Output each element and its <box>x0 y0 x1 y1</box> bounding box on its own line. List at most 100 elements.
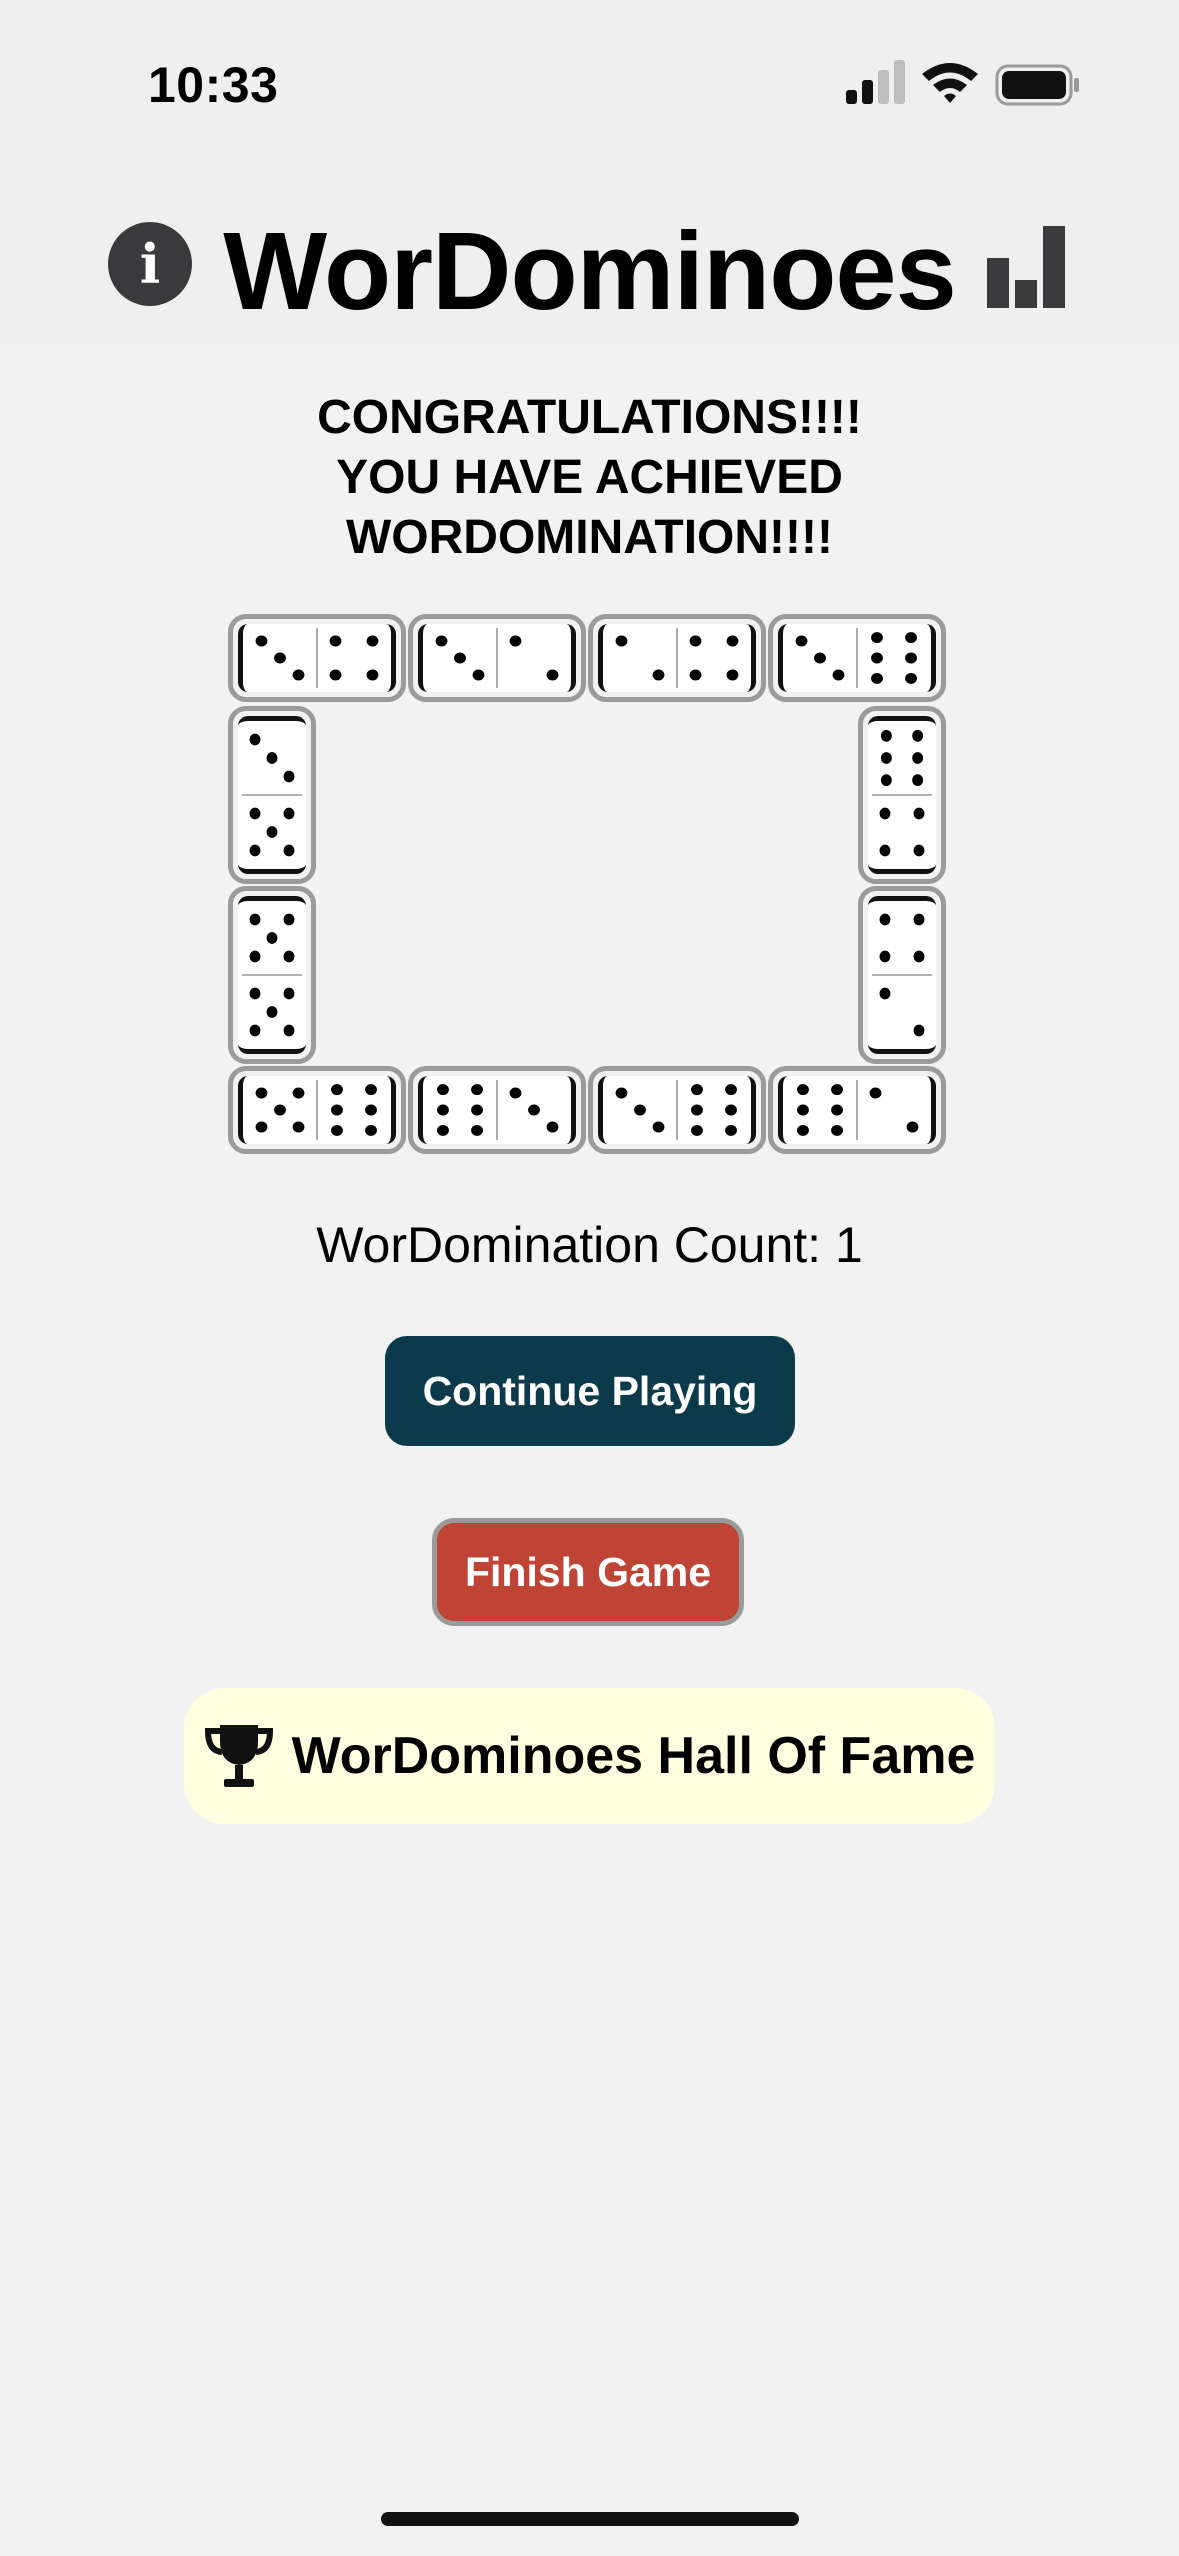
domino-pip <box>292 669 305 681</box>
domino-pips <box>435 628 559 688</box>
domino-face <box>238 624 396 692</box>
domino-pip <box>797 1104 809 1116</box>
domino-pip <box>249 987 261 1000</box>
domino-pip <box>691 1084 703 1096</box>
domino-pip <box>331 1084 343 1096</box>
domino-pip <box>831 1104 843 1116</box>
domino-pip <box>879 844 891 857</box>
domino-pips <box>615 628 739 688</box>
domino-pip <box>366 669 379 681</box>
domino-pip <box>471 1124 483 1136</box>
domino-pip <box>365 1124 377 1136</box>
domino-pip <box>831 1084 843 1096</box>
domino-pip <box>249 844 261 857</box>
domino-face <box>418 1076 576 1144</box>
domino-pips <box>437 1080 559 1140</box>
domino-pip <box>913 950 925 963</box>
domino-pip <box>913 807 925 820</box>
domino-pip <box>249 1024 261 1037</box>
domino-pips <box>242 733 302 857</box>
domino-pip <box>329 669 342 681</box>
domino-pip <box>249 913 261 926</box>
domino-face <box>778 1076 936 1144</box>
domino-pip <box>831 1124 843 1136</box>
congratulations-message: CONGRATULATIONS!!!! YOU HAVE ACHIEVED WO… <box>0 388 1179 568</box>
status-time: 10:33 <box>148 57 279 113</box>
domino-pip <box>795 635 808 647</box>
domino-pip <box>292 1087 305 1099</box>
domino-pip <box>913 913 925 926</box>
domino-pips <box>255 628 379 688</box>
domino-pip <box>266 752 278 764</box>
domino-pip <box>912 774 924 787</box>
domino-pip <box>331 1104 343 1116</box>
domino-pip <box>437 1104 449 1116</box>
bar-chart-icon[interactable] <box>982 222 1072 312</box>
cellular-signal-icon <box>846 60 905 104</box>
domino-pips <box>872 729 932 857</box>
domino-pip <box>869 1087 882 1099</box>
domino-pip <box>454 652 466 664</box>
domino-pip <box>689 635 702 647</box>
home-indicator <box>381 2512 799 2526</box>
domino-pip <box>880 774 892 787</box>
domino-pip <box>266 1006 278 1018</box>
domino-pip <box>274 652 286 664</box>
domino-pip <box>871 652 883 664</box>
domino-tile <box>228 1066 406 1154</box>
domino-face <box>778 624 936 692</box>
domino-pip <box>471 1104 483 1116</box>
domino-tile <box>858 886 946 1064</box>
domino-pip <box>255 1121 268 1133</box>
finish-game-button[interactable]: Finish Game <box>432 1518 744 1626</box>
domino-pips <box>242 913 302 1037</box>
domino-face <box>418 624 576 692</box>
domino-pips <box>615 1080 737 1140</box>
domino-pip <box>691 1124 703 1136</box>
domino-pip <box>880 729 892 742</box>
domino-pips <box>797 1080 919 1140</box>
congrats-line-1: CONGRATULATIONS!!!! <box>317 391 862 444</box>
domino-pip <box>726 669 739 681</box>
domino-pip <box>689 669 702 681</box>
domino-pip <box>546 1121 559 1133</box>
domino-pip <box>797 1084 809 1096</box>
domino-pip <box>879 987 891 1000</box>
domino-face <box>238 1076 396 1144</box>
domino-tile <box>768 614 946 702</box>
wifi-icon <box>922 63 978 103</box>
domino-pip <box>725 1124 737 1136</box>
domino-pip <box>913 1024 925 1037</box>
continue-playing-button[interactable]: Continue Playing <box>385 1336 795 1446</box>
domino-pip <box>652 1121 665 1133</box>
congrats-line-3: WORDOMINATION!!!! <box>346 511 833 564</box>
domino-pip <box>437 1084 449 1096</box>
domino-tile <box>588 1066 766 1154</box>
domino-pip <box>546 669 559 681</box>
hall-of-fame-button[interactable]: WorDominoes Hall Of Fame <box>184 1688 995 1824</box>
domino-tile <box>588 614 766 702</box>
domino-pip <box>366 635 379 647</box>
domino-pip <box>912 729 924 742</box>
domino-pip <box>509 635 522 647</box>
domino-pip <box>725 1084 737 1096</box>
domino-pip <box>266 932 278 944</box>
domino-pip <box>879 950 891 963</box>
domino-face <box>868 896 936 1054</box>
domino-pip <box>266 826 278 838</box>
domino-tile <box>858 706 946 884</box>
domino-pip <box>331 1124 343 1136</box>
domino-pip <box>283 987 295 1000</box>
domino-pip <box>249 807 261 820</box>
domino-pip <box>274 1104 286 1116</box>
domino-pip <box>814 652 826 664</box>
domino-pips <box>255 1080 377 1140</box>
domino-pips <box>795 628 917 688</box>
domino-pip <box>905 632 917 644</box>
domino-pip <box>871 632 883 644</box>
domino-face <box>238 896 306 1054</box>
domino-pip <box>912 752 924 764</box>
domino-pip <box>879 913 891 926</box>
domino-tile <box>228 886 316 1064</box>
domino-pip <box>255 1087 268 1099</box>
